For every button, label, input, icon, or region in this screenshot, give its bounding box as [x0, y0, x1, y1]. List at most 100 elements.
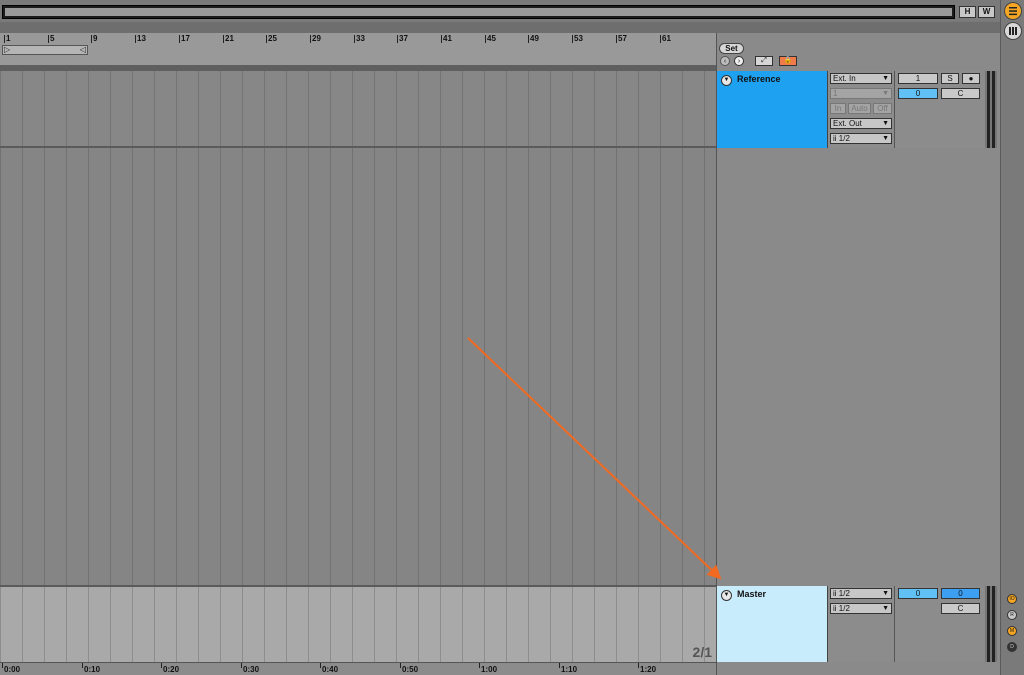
grid-line: [110, 587, 111, 662]
grid-line: [176, 148, 177, 585]
beat-label: 37: [399, 34, 408, 43]
master-track-name[interactable]: Master: [737, 589, 766, 599]
grid-line: [0, 71, 1, 146]
reference-mixer-section: 1 S ● 0 C: [895, 71, 985, 148]
next-locator-icon[interactable]: ›: [734, 56, 744, 66]
grid-line: [308, 71, 309, 146]
grid-line: [242, 71, 243, 146]
grid-line: [44, 587, 45, 662]
monitor-in-button[interactable]: In: [830, 103, 846, 114]
time-tick: [479, 663, 480, 668]
pan-field[interactable]: C: [941, 88, 980, 99]
delay-toggle-icon[interactable]: D: [1007, 642, 1017, 652]
grid-line: [110, 148, 111, 585]
mixer-toggle-icon[interactable]: M: [1007, 626, 1017, 636]
time-label: 0:10: [84, 665, 101, 674]
beat-label: 41: [443, 34, 452, 43]
returns-toggle-icon[interactable]: R: [1007, 610, 1017, 620]
master-track-header[interactable]: ▼ Master: [717, 586, 828, 662]
grid-line: [572, 587, 573, 662]
beat-tick: [485, 35, 486, 43]
beat-ruler[interactable]: 1 5 9 13 17 21 25 29 33 37 41 45 49 53 57 61 ▷ ◁: [0, 33, 716, 67]
monitor-auto-button[interactable]: Auto: [848, 103, 871, 114]
fold-toggle-icon[interactable]: ▼: [721, 590, 732, 601]
columns-icon[interactable]: [1004, 22, 1022, 40]
height-toggle-button[interactable]: H: [959, 6, 976, 18]
lock-icon[interactable]: 🔒: [779, 56, 797, 66]
beat-tick: [572, 35, 573, 43]
beat-tick: [354, 35, 355, 43]
grid-line: [616, 71, 617, 146]
grid-line: [616, 587, 617, 662]
grid-line: [286, 587, 287, 662]
grid-line: [330, 148, 331, 585]
master-track-lane[interactable]: 2/1: [0, 585, 716, 662]
arm-button[interactable]: ●: [962, 73, 980, 84]
input-type-select[interactable]: Ext. In ▼: [830, 73, 892, 84]
beat-label: 25: [268, 34, 277, 43]
cue-volume-field[interactable]: 0: [941, 588, 980, 599]
time-label: 1:00: [481, 665, 498, 674]
reference-io-section: Ext. In ▼ 1 ▼ In Auto Off Ext. Out ▼ ii 1/2…: [828, 71, 895, 148]
loop-end-icon[interactable]: ◁: [80, 46, 86, 54]
master-pan-field[interactable]: C: [941, 603, 980, 614]
grid-line: [462, 71, 463, 146]
right-rail: IO R M D: [1000, 0, 1024, 675]
input-channel-select[interactable]: 1 ▼: [830, 88, 892, 99]
output-type-value: Ext. Out: [833, 119, 862, 128]
width-toggle-button[interactable]: W: [978, 6, 995, 18]
solo-button[interactable]: S: [941, 73, 959, 84]
grid-line: [374, 587, 375, 662]
grid-line: [550, 71, 551, 146]
grid-line: [374, 71, 375, 146]
beat-tick: [660, 35, 661, 43]
loop-brace[interactable]: ▷ ◁: [2, 45, 88, 55]
cue-output-select[interactable]: ii 1/2 ▼: [830, 603, 892, 614]
volume-field[interactable]: 0: [898, 88, 938, 99]
grid-line: [418, 71, 419, 146]
output-type-select[interactable]: Ext. Out ▼: [830, 118, 892, 129]
grid-line: [572, 71, 573, 146]
beat-label: 45: [487, 34, 496, 43]
grid-line: [506, 148, 507, 585]
time-tick: [241, 663, 242, 668]
master-volume-field[interactable]: 0: [898, 588, 938, 599]
time-ruler[interactable]: 0:00 0:10 0:20 0:30 0:40 0:50 1:00 1:10 1:20: [0, 662, 716, 675]
chevron-down-icon: ▼: [882, 90, 889, 97]
grid-line: [66, 587, 67, 662]
grid-line: [418, 148, 419, 585]
grid-line: [638, 71, 639, 146]
time-tick: [2, 663, 3, 668]
loop-start-icon[interactable]: ▷: [4, 46, 10, 54]
reference-track-name[interactable]: Reference: [737, 74, 781, 84]
arrangement-empty-area[interactable]: [0, 148, 716, 585]
monitor-off-button[interactable]: Off: [873, 103, 892, 114]
follow-icon[interactable]: ⤢: [755, 56, 773, 66]
beat-tick: [528, 35, 529, 43]
grid-line: [88, 587, 89, 662]
track-activator-button[interactable]: 1: [898, 73, 938, 84]
chevron-down-icon: ▼: [882, 135, 889, 142]
output-channel-value: ii 1/2: [833, 134, 850, 143]
set-locator-button[interactable]: Set: [719, 43, 744, 54]
prev-locator-icon[interactable]: ‹: [720, 56, 730, 66]
grid-line: [528, 587, 529, 662]
beat-label: 49: [530, 34, 539, 43]
menu-icon[interactable]: [1004, 2, 1022, 20]
grid-line: [132, 148, 133, 585]
beat-label: 57: [618, 34, 627, 43]
reference-track-lane[interactable]: [0, 71, 716, 148]
grid-line: [484, 148, 485, 585]
meter-left: [987, 586, 990, 662]
beat-tick: [48, 35, 49, 43]
master-output-select[interactable]: ii 1/2 ▼: [830, 588, 892, 599]
io-toggle-icon[interactable]: IO: [1007, 594, 1017, 604]
output-channel-select[interactable]: ii 1/2 ▼: [830, 133, 892, 144]
time-label: 0:20: [163, 665, 180, 674]
fold-toggle-icon[interactable]: ▼: [721, 75, 732, 86]
time-label: 0:00: [4, 665, 21, 674]
grid-fraction: 2/1: [692, 644, 712, 660]
reference-track-header[interactable]: ▼ Reference: [717, 71, 828, 148]
grid-line: [440, 587, 441, 662]
overview-scrubber[interactable]: [2, 5, 955, 19]
